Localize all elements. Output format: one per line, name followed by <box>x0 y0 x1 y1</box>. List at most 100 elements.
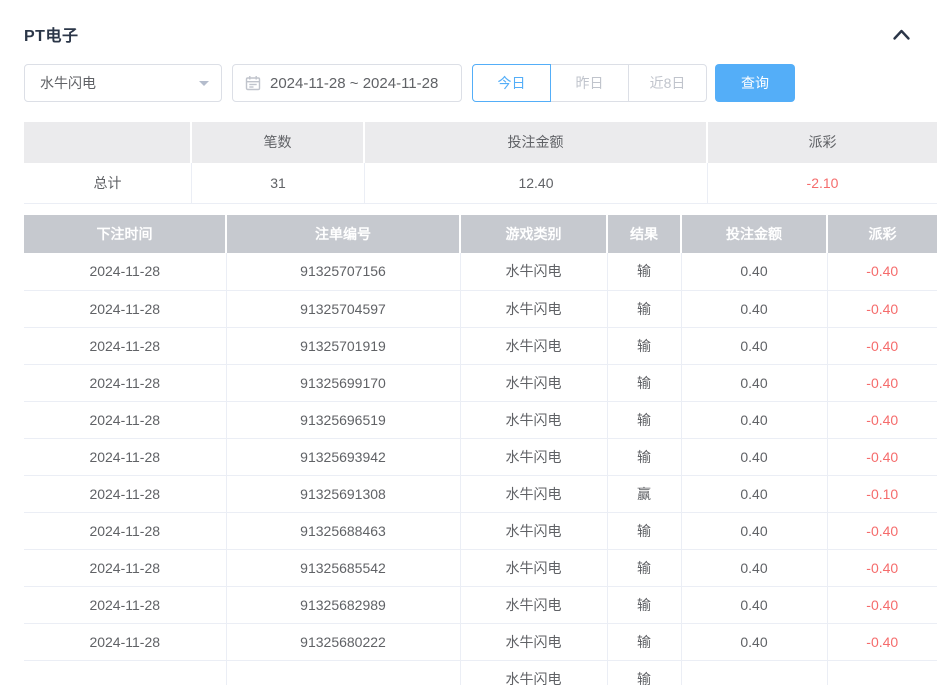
bet-table-body: 2024-11-2891325707156水牛闪电输0.40-0.402024-… <box>24 253 937 685</box>
cell-payout: -0.10 <box>827 475 937 512</box>
cell-order-no: 91325691308 <box>226 475 460 512</box>
calendar-icon <box>245 75 261 91</box>
cell-bet-amount: 0.40 <box>681 438 827 475</box>
cell-bet-amount: 0.40 <box>681 253 827 290</box>
chevron-down-icon <box>199 81 209 91</box>
date-range-input[interactable]: 2024-11-28 ~ 2024-11-28 <box>232 64 462 102</box>
cell-bet-amount: 0.40 <box>681 290 827 327</box>
summary-header-row: 笔数 投注金额 派彩 <box>24 122 937 163</box>
cell-order-no: 91325688463 <box>226 512 460 549</box>
quick-range-today-button[interactable]: 今日 <box>472 64 551 102</box>
bet-table-header: 下注时间 注单编号 游戏类别 结果 投注金额 派彩 <box>24 215 937 253</box>
cell-game-type: 水牛闪电 <box>460 327 607 364</box>
cell-game-type: 水牛闪电 <box>460 438 607 475</box>
cell-payout <box>827 660 937 685</box>
chevron-up-icon <box>892 28 911 41</box>
cell-payout: -0.40 <box>827 623 937 660</box>
summary-total-row: 总计 31 12.40 -2.10 <box>24 163 937 204</box>
cell-order-no: 91325682989 <box>226 586 460 623</box>
cell-order-no: 91325704597 <box>226 290 460 327</box>
bet-table-header-row: 下注时间 注单编号 游戏类别 结果 投注金额 派彩 <box>24 215 937 253</box>
cell-game-type: 水牛闪电 <box>460 549 607 586</box>
table-row: 2024-11-2891325680222水牛闪电输0.40-0.40 <box>24 623 937 660</box>
cell-payout: -0.40 <box>827 327 937 364</box>
cell-bet-time: 2024-11-28 <box>24 586 226 623</box>
cell-result: 输 <box>607 623 681 660</box>
game-select[interactable]: 水牛闪电 <box>24 64 222 102</box>
cell-bet-time <box>24 660 226 685</box>
cell-payout: -0.40 <box>827 438 937 475</box>
cell-payout: -0.40 <box>827 586 937 623</box>
cell-result: 赢 <box>607 475 681 512</box>
cell-bet-amount: 0.40 <box>681 586 827 623</box>
cell-bet-time: 2024-11-28 <box>24 623 226 660</box>
cell-order-no: 91325701919 <box>226 327 460 364</box>
summary-total-label: 总计 <box>24 163 192 204</box>
cell-result: 输 <box>607 512 681 549</box>
cell-bet-amount: 0.40 <box>681 401 827 438</box>
cell-result: 输 <box>607 327 681 364</box>
cell-bet-amount: 0.40 <box>681 364 827 401</box>
cell-payout: -0.40 <box>827 512 937 549</box>
col-header-payout: 派彩 <box>827 215 937 253</box>
table-row: 2024-11-2891325693942水牛闪电输0.40-0.40 <box>24 438 937 475</box>
cell-game-type: 水牛闪电 <box>460 660 607 685</box>
summary-header-payout: 派彩 <box>708 122 937 163</box>
cell-game-type: 水牛闪电 <box>460 475 607 512</box>
collapse-button[interactable] <box>890 26 913 43</box>
cell-payout: -0.40 <box>827 253 937 290</box>
cell-result: 输 <box>607 401 681 438</box>
table-row: 水牛闪电输 <box>24 660 937 685</box>
cell-game-type: 水牛闪电 <box>460 401 607 438</box>
filter-bar: 水牛闪电 2024-11-28 ~ 2024-11-28 今日 昨日 近8日 查… <box>24 64 795 102</box>
panel-header: PT电子 <box>24 22 913 46</box>
bet-table: 下注时间 注单编号 游戏类别 结果 投注金额 派彩 2024-11-289132… <box>24 215 937 685</box>
col-header-result: 结果 <box>607 215 681 253</box>
summary-header-bet-amount: 投注金额 <box>365 122 708 163</box>
cell-game-type: 水牛闪电 <box>460 512 607 549</box>
quick-range-last8days-button[interactable]: 近8日 <box>628 64 707 102</box>
col-header-game-type: 游戏类别 <box>460 215 607 253</box>
cell-bet-time: 2024-11-28 <box>24 253 226 290</box>
table-row: 2024-11-2891325691308水牛闪电赢0.40-0.10 <box>24 475 937 512</box>
cell-bet-time: 2024-11-28 <box>24 327 226 364</box>
summary-total-bet-amount: 12.40 <box>365 163 708 204</box>
cell-bet-time: 2024-11-28 <box>24 290 226 327</box>
cell-game-type: 水牛闪电 <box>460 586 607 623</box>
query-button[interactable]: 查询 <box>715 64 795 102</box>
col-header-order-no: 注单编号 <box>226 215 460 253</box>
summary-header-blank <box>24 122 192 163</box>
cell-result: 输 <box>607 438 681 475</box>
col-header-bet-amount: 投注金额 <box>681 215 827 253</box>
table-row: 2024-11-2891325701919水牛闪电输0.40-0.40 <box>24 327 937 364</box>
summary-total-count: 31 <box>192 163 365 204</box>
cell-result: 输 <box>607 660 681 685</box>
quick-range-yesterday-button[interactable]: 昨日 <box>550 64 629 102</box>
table-row: 2024-11-2891325704597水牛闪电输0.40-0.40 <box>24 290 937 327</box>
cell-bet-time: 2024-11-28 <box>24 401 226 438</box>
cell-order-no <box>226 660 460 685</box>
summary-header-count: 笔数 <box>192 122 365 163</box>
summary-table: 笔数 投注金额 派彩 总计 31 12.40 -2.10 <box>24 122 937 204</box>
table-row: 2024-11-2891325685542水牛闪电输0.40-0.40 <box>24 549 937 586</box>
table-row: 2024-11-2891325682989水牛闪电输0.40-0.40 <box>24 586 937 623</box>
cell-order-no: 91325696519 <box>226 401 460 438</box>
col-header-bet-time: 下注时间 <box>24 215 226 253</box>
table-row: 2024-11-2891325699170水牛闪电输0.40-0.40 <box>24 364 937 401</box>
cell-bet-time: 2024-11-28 <box>24 438 226 475</box>
cell-bet-time: 2024-11-28 <box>24 364 226 401</box>
cell-payout: -0.40 <box>827 401 937 438</box>
cell-order-no: 91325680222 <box>226 623 460 660</box>
cell-game-type: 水牛闪电 <box>460 290 607 327</box>
cell-bet-amount <box>681 660 827 685</box>
cell-order-no: 91325699170 <box>226 364 460 401</box>
date-range-value: 2024-11-28 ~ 2024-11-28 <box>270 75 438 92</box>
cell-bet-amount: 0.40 <box>681 475 827 512</box>
cell-game-type: 水牛闪电 <box>460 253 607 290</box>
cell-game-type: 水牛闪电 <box>460 364 607 401</box>
cell-result: 输 <box>607 586 681 623</box>
cell-result: 输 <box>607 253 681 290</box>
cell-payout: -0.40 <box>827 364 937 401</box>
table-row: 2024-11-2891325707156水牛闪电输0.40-0.40 <box>24 253 937 290</box>
cell-order-no: 91325693942 <box>226 438 460 475</box>
